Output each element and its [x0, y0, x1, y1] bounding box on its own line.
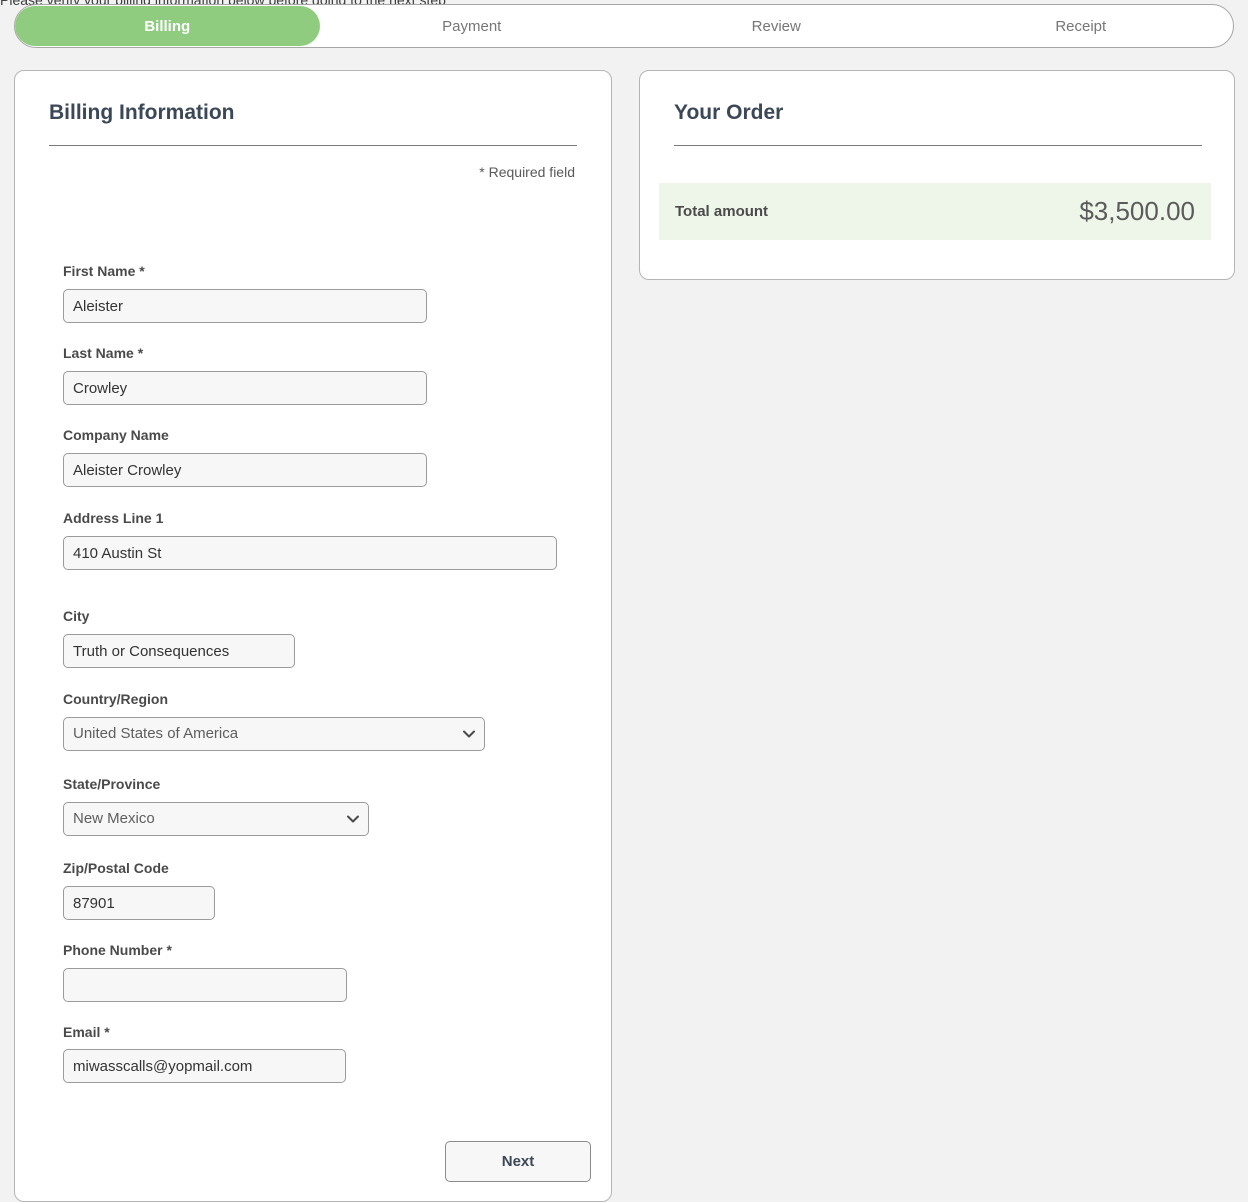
order-title-divider	[674, 145, 1202, 146]
required-field-note: * Required field	[479, 164, 575, 180]
total-amount-label: Total amount	[675, 203, 769, 220]
state-province-label: State/Province	[63, 776, 161, 792]
first-name-input[interactable]	[63, 289, 427, 323]
step-billing[interactable]: Billing	[15, 6, 320, 46]
email-label: Email *	[63, 1024, 110, 1040]
company-name-input[interactable]	[63, 453, 427, 487]
address-line-1-input[interactable]	[63, 536, 557, 570]
step-review[interactable]: Review	[624, 6, 929, 46]
state-province-select-wrap: New Mexico	[63, 802, 369, 836]
city-label: City	[63, 608, 90, 624]
step-payment-label: Payment	[442, 17, 502, 35]
billing-title-divider	[49, 145, 577, 146]
step-review-label: Review	[751, 17, 801, 35]
phone-number-label: Phone Number *	[63, 942, 172, 958]
country-region-select-wrap: United States of America	[63, 717, 485, 751]
step-billing-label: Billing	[144, 17, 191, 35]
country-region-select[interactable]: United States of America	[63, 717, 485, 751]
country-region-label: Country/Region	[63, 691, 168, 707]
zip-postal-code-input[interactable]	[63, 886, 215, 920]
next-button[interactable]: Next	[445, 1141, 591, 1182]
city-input[interactable]	[63, 634, 295, 668]
total-amount-row: Total amount $3,500.00	[659, 183, 1211, 240]
zip-postal-code-label: Zip/Postal Code	[63, 860, 169, 876]
step-payment[interactable]: Payment	[320, 6, 625, 46]
total-amount-value: $3,500.00	[1079, 196, 1195, 226]
email-input[interactable]	[63, 1049, 346, 1083]
billing-information-card: Billing Information * Required field Fir…	[14, 70, 612, 1202]
first-name-label: First Name *	[63, 263, 145, 279]
billing-card-title: Billing Information	[49, 101, 235, 124]
checkout-step-bar: Billing Payment Review Receipt	[14, 4, 1234, 48]
address-line-1-label: Address Line 1	[63, 510, 164, 526]
step-receipt-label: Receipt	[1055, 17, 1107, 35]
step-receipt[interactable]: Receipt	[929, 6, 1234, 46]
phone-number-input[interactable]	[63, 968, 347, 1002]
last-name-label: Last Name *	[63, 345, 144, 361]
last-name-input[interactable]	[63, 371, 427, 405]
state-province-select[interactable]: New Mexico	[63, 802, 369, 836]
your-order-card: Your Order Total amount $3,500.00	[639, 70, 1235, 280]
checkout-page: Please verify your billing information b…	[0, 0, 1248, 1202]
order-card-title: Your Order	[674, 101, 784, 124]
company-name-label: Company Name	[63, 427, 169, 443]
